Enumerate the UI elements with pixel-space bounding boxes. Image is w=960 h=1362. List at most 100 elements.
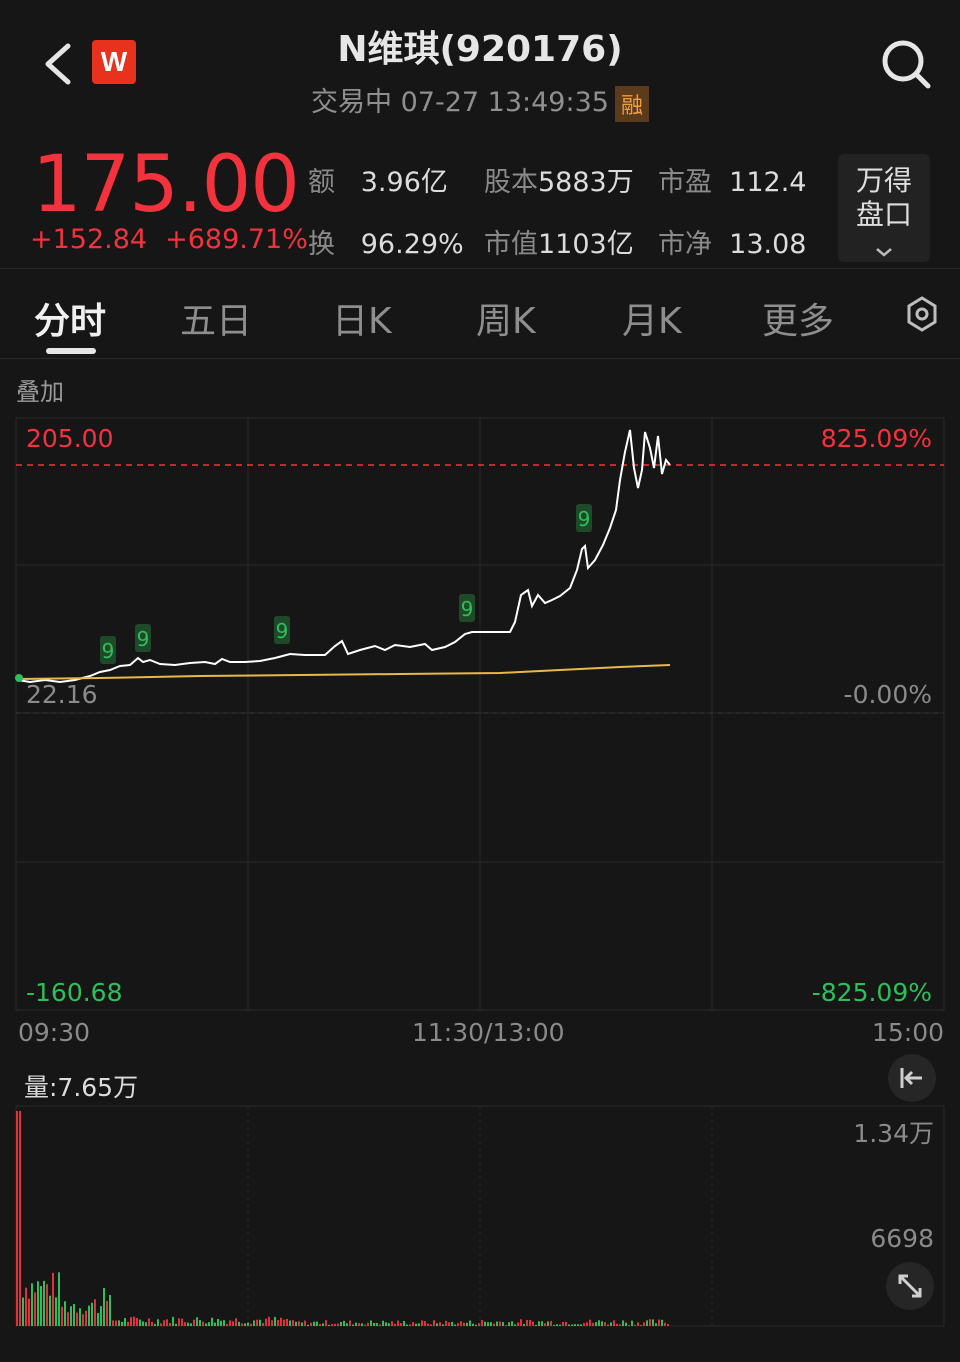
volume-bar bbox=[226, 1323, 228, 1326]
volume-bar bbox=[229, 1320, 231, 1326]
volume-bar bbox=[445, 1320, 447, 1326]
volume-bar bbox=[163, 1320, 165, 1326]
volume-bar bbox=[421, 1320, 423, 1326]
volume-bar bbox=[415, 1323, 417, 1326]
volume-bar bbox=[55, 1297, 57, 1326]
volume-bar bbox=[295, 1321, 297, 1326]
volume-bar bbox=[598, 1320, 600, 1326]
volume-bar bbox=[247, 1322, 249, 1326]
volume-bar bbox=[46, 1284, 48, 1326]
intraday-chart: 9 9 999 bbox=[15, 417, 945, 1327]
volume-bar bbox=[472, 1323, 474, 1326]
volume-bar bbox=[379, 1324, 381, 1326]
volume-bar bbox=[454, 1324, 456, 1326]
volume-bar bbox=[529, 1319, 531, 1326]
volume-bar bbox=[424, 1321, 426, 1326]
volume-bar bbox=[235, 1318, 237, 1326]
volume-bar bbox=[223, 1320, 225, 1326]
volume-bar bbox=[448, 1322, 450, 1326]
volume-bar bbox=[544, 1323, 546, 1326]
volume-bar bbox=[319, 1323, 321, 1326]
volume-bar bbox=[385, 1322, 387, 1326]
volume-bar bbox=[43, 1280, 45, 1326]
volume-bar bbox=[664, 1322, 666, 1326]
volume-bar bbox=[346, 1323, 348, 1326]
volume-bar bbox=[88, 1305, 90, 1326]
volume-bar bbox=[112, 1320, 114, 1326]
volume-bar bbox=[64, 1301, 66, 1326]
volume-bar bbox=[406, 1324, 408, 1326]
volume-bar bbox=[571, 1324, 573, 1326]
volume-bar bbox=[133, 1316, 135, 1326]
volume-bar bbox=[151, 1321, 153, 1326]
volume-bar bbox=[427, 1323, 429, 1326]
collapse-button[interactable] bbox=[888, 1054, 936, 1102]
volume-bar bbox=[193, 1319, 195, 1326]
volume-bar bbox=[268, 1316, 270, 1326]
volume-bar bbox=[382, 1320, 384, 1326]
x-label-midday: 11:30/13:00 bbox=[412, 1018, 565, 1047]
volume-bar bbox=[277, 1320, 279, 1326]
volume-bar bbox=[103, 1288, 105, 1326]
volume-bar bbox=[652, 1319, 654, 1326]
volume-bar bbox=[208, 1322, 210, 1326]
volume-bar bbox=[508, 1322, 510, 1326]
volume-bar bbox=[202, 1321, 204, 1326]
volume-bar bbox=[211, 1317, 213, 1326]
volume-bar bbox=[37, 1281, 39, 1326]
x-label-open: 09:30 bbox=[18, 1018, 91, 1047]
volume-bar bbox=[505, 1324, 507, 1326]
volume-bar bbox=[139, 1319, 141, 1326]
volume-bar bbox=[187, 1322, 189, 1326]
volume-bar bbox=[541, 1321, 543, 1326]
volume-bar bbox=[82, 1314, 84, 1326]
volume-bar bbox=[370, 1320, 372, 1326]
volume-bar bbox=[412, 1322, 414, 1326]
volume-bar bbox=[655, 1323, 657, 1326]
volume-bar bbox=[490, 1322, 492, 1326]
volume-bar bbox=[565, 1321, 567, 1326]
volume-bar bbox=[115, 1320, 117, 1326]
volume-bar bbox=[373, 1322, 375, 1326]
volume-bar bbox=[355, 1322, 357, 1326]
volume-bar bbox=[532, 1321, 534, 1326]
volume-bar bbox=[628, 1324, 630, 1326]
volume-bar bbox=[220, 1320, 222, 1326]
volume-bar bbox=[577, 1324, 579, 1326]
signal-marker-label: 9 bbox=[578, 507, 591, 531]
volume-bar bbox=[181, 1318, 183, 1326]
volume-bar bbox=[550, 1320, 552, 1326]
expand-button[interactable] bbox=[886, 1262, 934, 1310]
volume-bar bbox=[199, 1320, 201, 1326]
volume-bar bbox=[67, 1312, 69, 1326]
volume-bar bbox=[241, 1323, 243, 1326]
volume-bar bbox=[322, 1323, 324, 1326]
volume-bar bbox=[331, 1324, 333, 1326]
volume-bar bbox=[589, 1319, 591, 1326]
volume-bar bbox=[22, 1297, 24, 1326]
volume-bar bbox=[313, 1321, 315, 1326]
volume-plot-frame bbox=[15, 1105, 945, 1327]
volume-bar bbox=[154, 1323, 156, 1326]
volume-bar bbox=[586, 1322, 588, 1326]
volume-bar bbox=[646, 1320, 648, 1326]
volume-bar bbox=[250, 1323, 252, 1326]
volume-bar bbox=[52, 1272, 54, 1326]
volume-bar bbox=[553, 1324, 555, 1326]
volume-bar bbox=[463, 1322, 465, 1326]
volume-bar bbox=[280, 1317, 282, 1326]
volume-bar bbox=[595, 1322, 597, 1326]
volume-bar bbox=[70, 1306, 72, 1326]
volume-bar bbox=[205, 1323, 207, 1326]
volume-bar bbox=[634, 1324, 636, 1326]
volume-bar bbox=[94, 1299, 96, 1326]
volume-bar bbox=[124, 1318, 126, 1326]
expand-icon bbox=[898, 1274, 922, 1298]
volume-bar bbox=[475, 1324, 477, 1326]
volume-bar bbox=[631, 1320, 633, 1326]
volume-bar bbox=[106, 1301, 108, 1326]
volume-bar bbox=[556, 1324, 558, 1326]
volume-bar bbox=[127, 1321, 129, 1326]
volume-bar bbox=[397, 1320, 399, 1326]
volume-bar bbox=[160, 1323, 162, 1326]
